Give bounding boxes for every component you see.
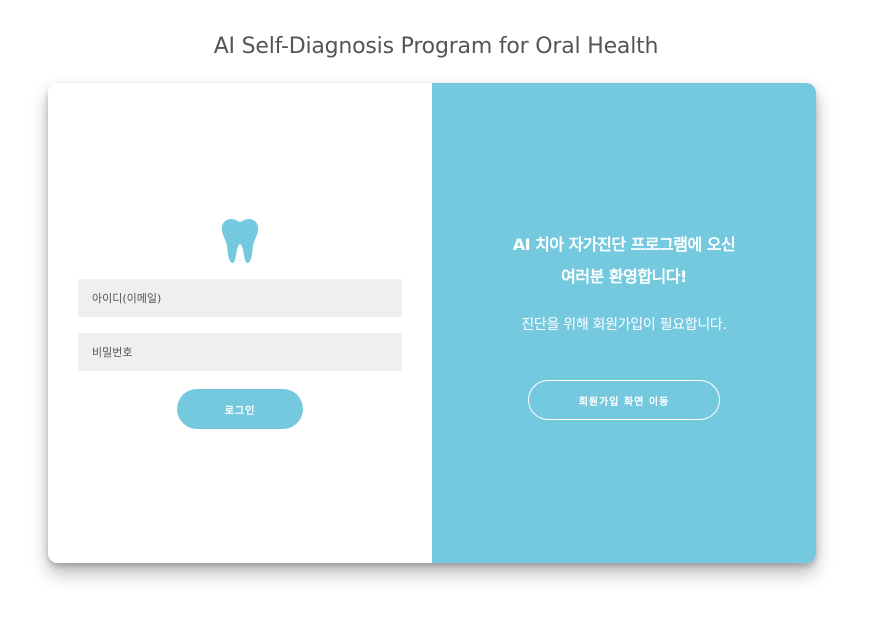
- welcome-heading: AI 치아 자가진단 프로그램에 오신 여러분 환영합니다!: [432, 229, 816, 293]
- tooth-icon: [221, 219, 259, 264]
- login-card: 로그인 AI 치아 자가진단 프로그램에 오신 여러분 환영합니다! 진단을 위…: [48, 83, 816, 563]
- welcome-line-1: AI 치아 자가진단 프로그램에 오신: [512, 235, 736, 254]
- signup-note: 진단을 위해 회원가입이 필요합니다.: [521, 317, 727, 333]
- signup-button[interactable]: 회원가입 화면 이동: [528, 380, 720, 420]
- page-title: AI Self-Diagnosis Program for Oral Healt…: [213, 34, 659, 59]
- login-panel: 로그인: [48, 83, 432, 563]
- password-field[interactable]: [78, 333, 402, 371]
- welcome-line-2: 여러분 환영합니다!: [561, 267, 687, 286]
- email-field[interactable]: [78, 279, 402, 317]
- login-button[interactable]: 로그인: [177, 389, 303, 429]
- welcome-panel: AI 치아 자가진단 프로그램에 오신 여러분 환영합니다! 진단을 위해 회원…: [432, 83, 816, 563]
